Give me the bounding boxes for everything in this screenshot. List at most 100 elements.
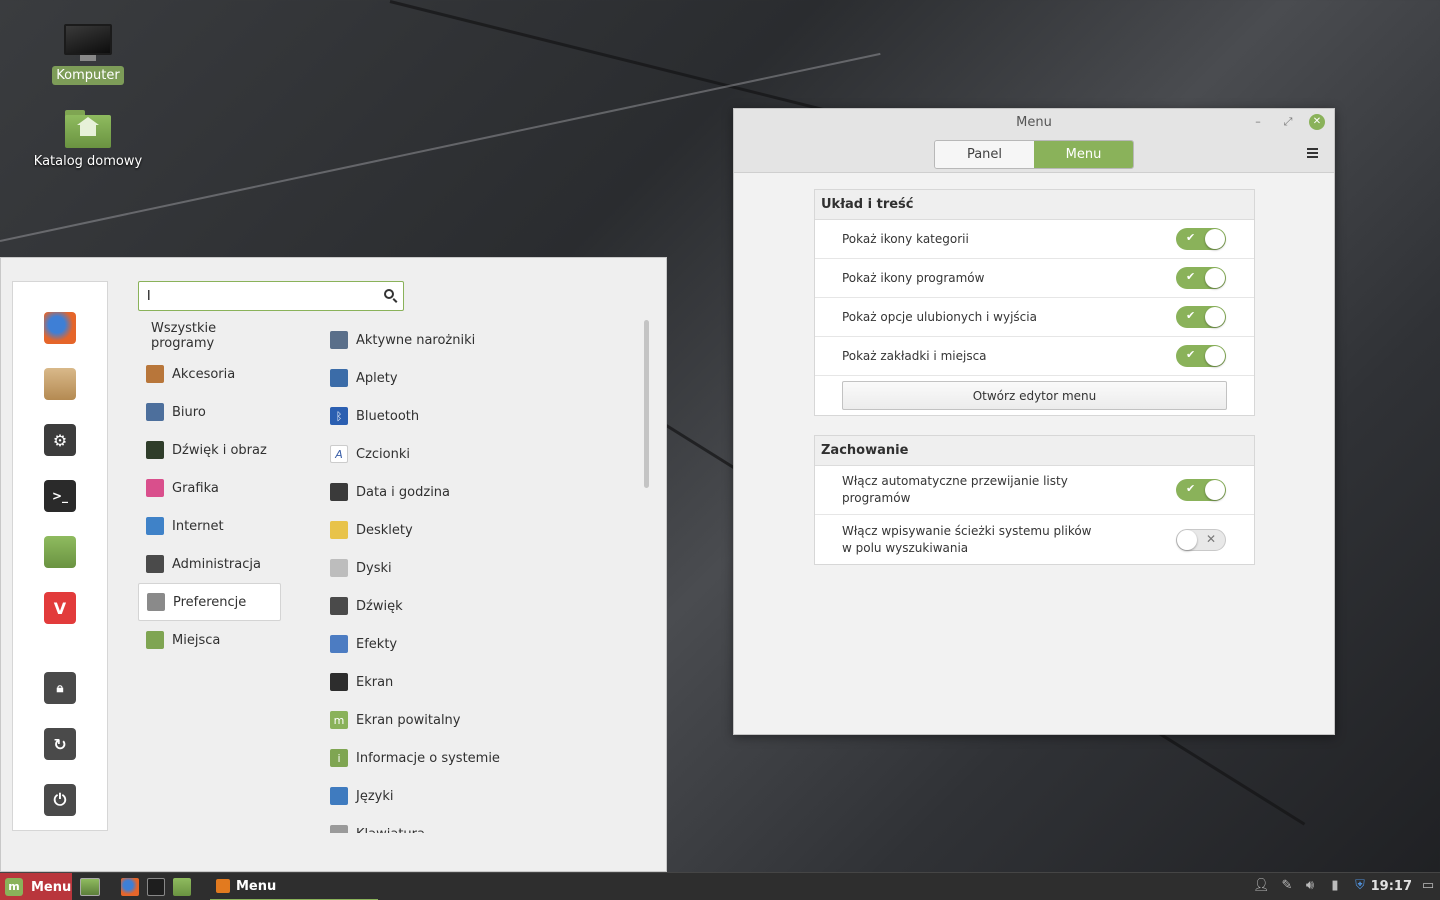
workspace-icon[interactable]: ▭ [1420,878,1436,894]
app-item[interactable]: A Czcionki [321,435,631,473]
setting-row: Pokaż zakładki i miejsca ✔ [815,337,1254,376]
app-label: Ekran [356,674,394,690]
app-item[interactable]: Data i godzina [321,473,631,511]
category-item[interactable]: Miejsca [138,621,281,659]
app-icon [330,597,348,615]
app-item[interactable]: i Informacje o systemie [321,739,631,777]
category-item[interactable]: Biuro [138,393,281,431]
shutdown-icon[interactable]: ⏻ [44,784,76,816]
app-label: Dźwięk [356,598,403,614]
app-item[interactable]: Języki [321,777,631,815]
taskbar-menu-label: Menu [31,879,72,895]
category-item[interactable]: Preferencje [138,583,281,621]
toggle-switch[interactable]: ✔ [1176,479,1226,501]
files-icon[interactable] [173,878,191,896]
category-label: Internet [172,518,224,534]
tab-menu[interactable]: Menu [1034,141,1133,168]
taskbar-window-menu[interactable]: Menu [210,873,378,900]
open-menu-editor-button[interactable]: Otwórz edytor menu [842,381,1227,410]
category-label: Grafika [172,480,219,496]
taskbar-menu-button[interactable]: m Menu [0,873,72,900]
category-icon [147,593,165,611]
section-behavior: Zachowanie Włącz automatyczne przewijani… [814,435,1255,565]
category-item[interactable]: Grafika [138,469,281,507]
settings-app-icon [216,879,230,893]
setting-label: Pokaż ikony kategorii [842,231,969,246]
category-icon [146,555,164,573]
desktop-icon-label: Katalog domowy [33,154,143,169]
app-item[interactable]: Desklety [321,511,631,549]
volume-icon[interactable]: 🔊︎ [1302,878,1318,894]
system-settings-icon[interactable]: ⚙ [44,424,76,456]
firefox-icon[interactable] [44,312,76,344]
desktop-icon-home[interactable]: Katalog domowy [28,110,148,171]
desktop-icon-label: Komputer [52,66,124,85]
toggle-switch[interactable]: ✔ [1176,228,1226,250]
app-item[interactable]: Dyski [321,549,631,587]
toggle-switch[interactable]: ✔ [1176,306,1226,328]
app-item[interactable]: Efekty [321,625,631,663]
hamburger-menu-icon[interactable] [1307,148,1318,158]
terminal-icon[interactable]: >_ [44,480,76,512]
app-icon [330,521,348,539]
network-icon[interactable]: ✎ [1279,878,1295,894]
app-item[interactable]: Aktywne narożniki [321,321,631,359]
minimize-button[interactable]: – [1250,114,1266,130]
battery-icon[interactable]: ▮ [1327,878,1343,894]
app-list-scrollbar[interactable] [644,320,649,488]
desktop-icon-computer[interactable]: Komputer [28,24,148,85]
category-item[interactable]: Akcesoria [138,355,281,393]
section-title: Zachowanie [815,436,1254,466]
app-item[interactable]: m Ekran powitalny [321,701,631,739]
stack-switcher: Panel Menu [934,140,1134,169]
category-label: Akcesoria [172,366,236,382]
maximize-button[interactable]: ⤢ [1280,114,1296,130]
user-icon[interactable]: 👤︎ [1253,878,1270,894]
firefox-icon[interactable] [121,878,139,896]
search-input[interactable] [139,282,369,310]
lock-screen-icon[interactable]: 🔒︎ [44,672,76,704]
toggle-switch[interactable]: ✕ [1176,528,1226,551]
app-item[interactable]: Dźwięk [321,587,631,625]
app-item[interactable]: Aplety [321,359,631,397]
app-item[interactable]: ᛒ Bluetooth [321,397,631,435]
window-header: Menu – ⤢ ✕ Panel Menu [734,109,1334,173]
category-label: Administracja [172,556,261,572]
setting-label: Włącz wpisywanie ścieżki systemu plików … [842,523,1092,555]
app-icon [330,483,348,501]
app-label: Dyski [356,560,392,576]
category-all[interactable]: Wszystkie programy [138,321,281,351]
search-box [138,281,404,311]
check-icon: ✔ [1186,270,1196,283]
category-item[interactable]: Internet [138,507,281,545]
software-manager-icon[interactable] [44,368,76,400]
cross-icon: ✕ [1205,531,1216,546]
search-icon[interactable] [384,289,394,299]
logout-icon[interactable]: ↻ [44,728,76,760]
files-icon[interactable] [44,536,76,568]
app-icon [330,331,348,349]
app-label: Efekty [356,636,398,652]
app-item[interactable]: Klawiatura [321,815,631,833]
category-item[interactable]: Dźwięk i obraz [138,431,281,469]
toggle-switch[interactable]: ✔ [1176,267,1226,289]
toggle-switch[interactable]: ✔ [1176,345,1226,367]
tab-panel[interactable]: Panel [935,141,1034,168]
app-label: Języki [356,788,394,804]
show-desktop-icon[interactable] [80,878,100,896]
app-icon: ᛒ [330,407,348,425]
setting-row: Pokaż opcje ulubionych i wyjścia ✔ [815,298,1254,337]
category-item[interactable]: Administracja [138,545,281,583]
vivaldi-icon[interactable]: V [44,592,76,624]
check-icon: ✔ [1186,482,1196,495]
app-item[interactable]: Ekran [321,663,631,701]
category-label: Preferencje [173,594,247,610]
terminal-icon[interactable] [147,878,165,896]
close-button[interactable]: ✕ [1309,114,1325,130]
app-label: Ekran powitalny [356,712,461,728]
clock[interactable]: 19:17 [1371,879,1412,894]
category-label: Biuro [172,404,206,420]
shield-icon[interactable]: ⛨ [1352,878,1368,894]
app-label: Klawiatura [356,827,425,834]
app-label: Bluetooth [356,408,420,424]
